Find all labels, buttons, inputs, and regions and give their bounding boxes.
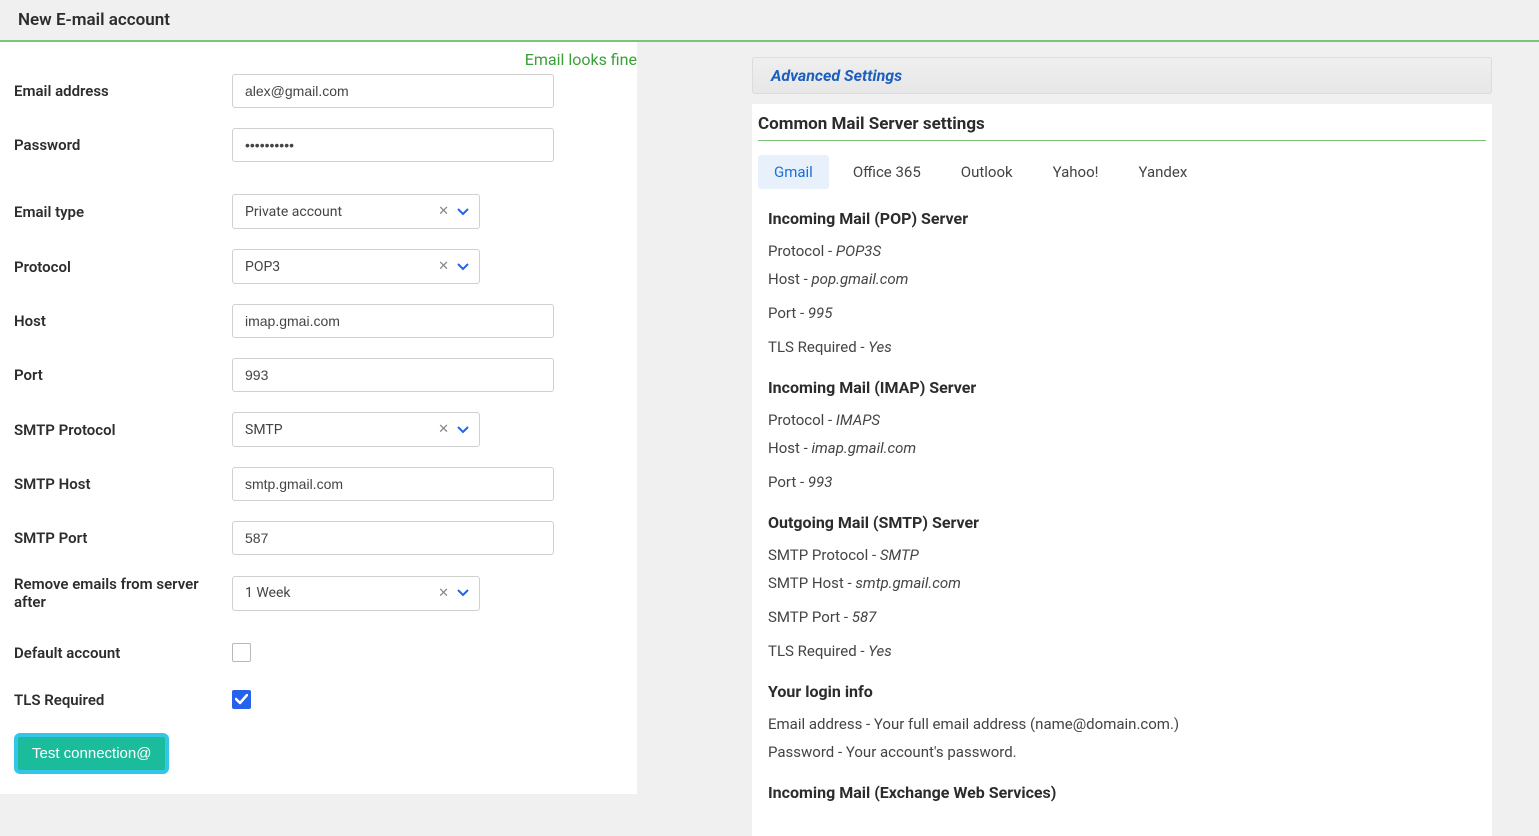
imap-port-row: Port - 993 — [768, 473, 1486, 491]
default-account-label: Default account — [14, 644, 232, 662]
email-label: Email address — [14, 82, 232, 100]
host-label: Host — [14, 312, 232, 330]
tab-office365[interactable]: Office 365 — [837, 155, 937, 189]
chevron-down-icon[interactable] — [457, 426, 469, 434]
password-label: Password — [14, 136, 232, 154]
protocol-value: POP3 — [245, 259, 280, 275]
clear-icon[interactable]: ✕ — [438, 259, 449, 274]
tab-gmail[interactable]: Gmail — [758, 155, 829, 189]
tab-yandex[interactable]: Yandex — [1123, 155, 1204, 189]
emailtype-value: Private account — [245, 204, 342, 220]
clear-icon[interactable]: ✕ — [438, 586, 449, 601]
login-info-heading: Your login info — [768, 682, 1486, 701]
remove-after-select[interactable]: 1 Week ✕ — [232, 576, 480, 611]
email-field[interactable] — [232, 74, 554, 108]
page-title: New E-mail account — [0, 0, 1539, 40]
clear-icon[interactable]: ✕ — [438, 204, 449, 219]
protocol-select[interactable]: POP3 ✕ — [232, 249, 480, 284]
divider — [758, 140, 1486, 141]
smtp-server-heading: Outgoing Mail (SMTP) Server — [768, 513, 1486, 532]
email-account-form: Email looks fine Email address Password … — [0, 42, 637, 794]
smtp-protocol-row: SMTP Protocol - SMTP — [768, 546, 1486, 564]
exchange-heading: Incoming Mail (Exchange Web Services) — [768, 783, 1486, 802]
port-label: Port — [14, 366, 232, 384]
smtp-port-field[interactable] — [232, 521, 554, 555]
pop-port-row: Port - 995 — [768, 304, 1486, 322]
remove-after-label: Remove emails from server after — [14, 575, 232, 611]
pop-server-heading: Incoming Mail (POP) Server — [768, 209, 1486, 228]
smtp-host-row: SMTP Host - smtp.gmail.com — [768, 574, 1486, 592]
smtp-tls-row: TLS Required - Yes — [768, 642, 1486, 660]
tls-required-checkbox[interactable] — [232, 690, 251, 709]
validation-message: Email looks fine — [525, 50, 637, 69]
smtp-host-label: SMTP Host — [14, 475, 232, 493]
smtp-protocol-select[interactable]: SMTP ✕ — [232, 412, 480, 447]
emailtype-select[interactable]: Private account ✕ — [232, 194, 480, 229]
login-password-row: Password - Your account's password. — [768, 743, 1486, 761]
test-connection-button[interactable]: Test connection@ — [14, 733, 169, 774]
host-field[interactable] — [232, 304, 554, 338]
advanced-settings-header: Advanced Settings — [752, 57, 1492, 94]
chevron-down-icon[interactable] — [457, 208, 469, 216]
pop-protocol-row: Protocol - POP3S — [768, 242, 1486, 260]
emailtype-label: Email type — [14, 203, 232, 221]
imap-server-heading: Incoming Mail (IMAP) Server — [768, 378, 1486, 397]
pop-tls-row: TLS Required - Yes — [768, 338, 1486, 356]
provider-tabs: Gmail Office 365 Outlook Yahoo! Yandex — [758, 155, 1486, 189]
clear-icon[interactable]: ✕ — [438, 422, 449, 437]
chevron-down-icon[interactable] — [457, 263, 469, 271]
smtp-port-row: SMTP Port - 587 — [768, 608, 1486, 626]
tab-outlook[interactable]: Outlook — [945, 155, 1029, 189]
imap-protocol-row: Protocol - IMAPS — [768, 411, 1486, 429]
smtp-protocol-label: SMTP Protocol — [14, 421, 232, 439]
password-field[interactable] — [232, 128, 554, 162]
advanced-settings-panel: Advanced Settings Common Mail Server set… — [752, 57, 1492, 836]
tls-required-label: TLS Required — [14, 691, 232, 709]
protocol-label: Protocol — [14, 258, 232, 276]
chevron-down-icon[interactable] — [457, 589, 469, 597]
pop-host-row: Host - pop.gmail.com — [768, 270, 1486, 288]
tab-yahoo[interactable]: Yahoo! — [1037, 155, 1115, 189]
login-email-row: Email address - Your full email address … — [768, 715, 1486, 733]
imap-host-row: Host - imap.gmail.com — [768, 439, 1486, 457]
smtp-port-label: SMTP Port — [14, 529, 232, 547]
common-settings-title: Common Mail Server settings — [758, 114, 1486, 134]
smtp-host-field[interactable] — [232, 467, 554, 501]
check-icon — [235, 694, 248, 705]
port-field[interactable] — [232, 358, 554, 392]
remove-after-value: 1 Week — [245, 585, 291, 601]
smtp-protocol-value: SMTP — [245, 422, 283, 438]
default-account-checkbox[interactable] — [232, 643, 251, 662]
